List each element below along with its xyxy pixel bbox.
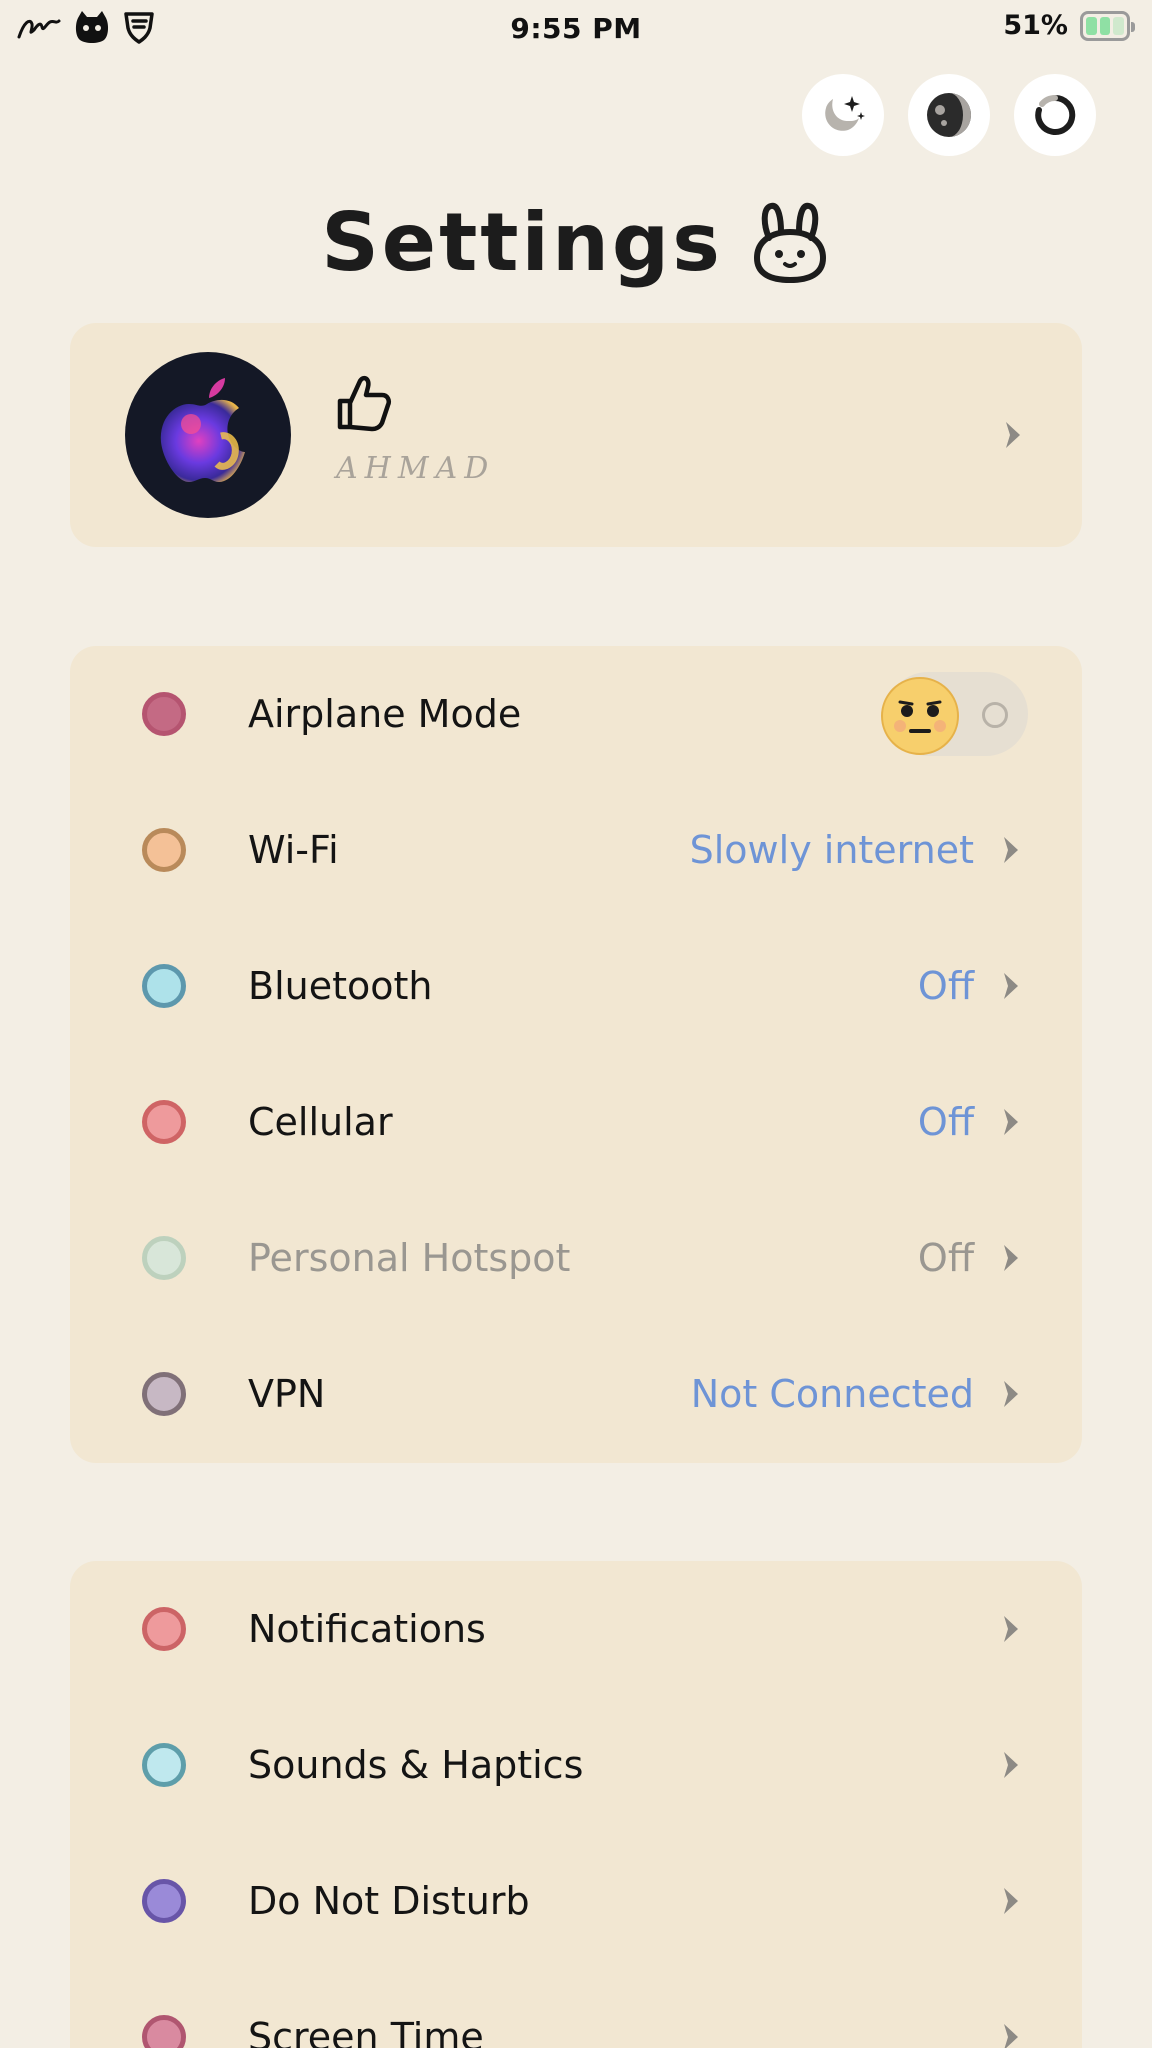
- settings-row-bluetooth[interactable]: Bluetooth Off: [70, 918, 1082, 1054]
- color-dot: [142, 692, 186, 736]
- color-dot: [142, 828, 186, 872]
- row-label: Do Not Disturb: [248, 1879, 530, 1923]
- sad-face-knob-icon: [881, 677, 959, 755]
- row-label: Personal Hotspot: [248, 1236, 571, 1280]
- row-value: Not Connected: [690, 1372, 974, 1416]
- settings-row-personal-hotspot[interactable]: Personal Hotspot Off: [70, 1190, 1082, 1326]
- airplane-mode-toggle[interactable]: [881, 672, 1028, 756]
- avatar[interactable]: [125, 352, 291, 518]
- chevron-right-icon: [1004, 1245, 1018, 1271]
- chevron-right-icon: [1004, 2024, 1018, 2048]
- settings-row-screen-time[interactable]: Screen Time: [70, 1969, 1082, 2048]
- status-time: 9:55 PM: [510, 12, 642, 45]
- row-value: Off: [917, 1236, 974, 1280]
- toggle-off-indicator: [982, 702, 1008, 728]
- connectivity-card: Airplane Mode Wi-Fi Slowly internet Blue…: [70, 646, 1082, 1463]
- row-label: Sounds & Haptics: [248, 1743, 584, 1787]
- settings-row-notifications[interactable]: Notifications: [70, 1561, 1082, 1697]
- color-dot: [142, 1879, 186, 1923]
- moon-stars-icon: [825, 96, 865, 131]
- settings-row-airplane-mode: Airplane Mode: [70, 646, 1082, 782]
- row-label: Cellular: [248, 1100, 393, 1144]
- row-value: Off: [917, 964, 974, 1008]
- profile-card[interactable]: AHMAD: [70, 323, 1082, 547]
- chevron-right-icon: [1004, 1616, 1018, 1642]
- half-moon-icon: [927, 93, 971, 137]
- chevron-right-icon: [1004, 1381, 1018, 1407]
- color-dot: [142, 964, 186, 1008]
- chevron-right-icon: [1006, 422, 1020, 448]
- row-label: Bluetooth: [248, 964, 433, 1008]
- row-label: Notifications: [248, 1607, 486, 1651]
- apple-logo-icon: [160, 378, 245, 482]
- chevron-right-icon: [1004, 973, 1018, 999]
- row-label: Screen Time: [248, 2015, 484, 2048]
- settings-row-sounds-haptics[interactable]: Sounds & Haptics: [70, 1697, 1082, 1833]
- chevron-right-icon: [1004, 1752, 1018, 1778]
- thumbs-up-icon: [337, 375, 391, 432]
- bunny-icon: [753, 202, 826, 283]
- theme-button[interactable]: [908, 74, 990, 156]
- chevron-right-icon: [1004, 1109, 1018, 1135]
- row-label: VPN: [248, 1372, 326, 1416]
- color-dot: [142, 2015, 186, 2048]
- row-label: Airplane Mode: [248, 692, 522, 736]
- battery-icon: [1080, 10, 1135, 41]
- profile-name: AHMAD: [336, 451, 496, 486]
- top-action-buttons: [802, 74, 1096, 156]
- settings-row-cellular[interactable]: Cellular Off: [70, 1054, 1082, 1190]
- battery-percent: 51%: [1003, 10, 1068, 41]
- color-dot: [142, 1372, 186, 1416]
- settings-row-vpn[interactable]: VPN Not Connected: [70, 1326, 1082, 1462]
- color-dot: [142, 1100, 186, 1144]
- refresh-icon: [1035, 94, 1076, 135]
- status-bar: 9:55 PM 51%: [0, 0, 1152, 58]
- color-dot: [142, 1236, 186, 1280]
- page-title: Settings: [321, 196, 723, 289]
- refresh-button[interactable]: [1014, 74, 1096, 156]
- title-row: Settings: [0, 196, 1152, 289]
- row-label: Wi-Fi: [248, 828, 339, 872]
- row-value: Slowly internet: [689, 828, 974, 872]
- moon-stars-button[interactable]: [802, 74, 884, 156]
- general-card: Notifications Sounds & Haptics Do Not Di…: [70, 1561, 1082, 2048]
- chevron-right-icon: [1004, 1888, 1018, 1914]
- settings-row-do-not-disturb[interactable]: Do Not Disturb: [70, 1833, 1082, 1969]
- chevron-right-icon: [1004, 837, 1018, 863]
- row-value: Off: [917, 1100, 974, 1144]
- color-dot: [142, 1743, 186, 1787]
- settings-row-wifi[interactable]: Wi-Fi Slowly internet: [70, 782, 1082, 918]
- color-dot: [142, 1607, 186, 1651]
- status-right: 51%: [1003, 10, 1135, 41]
